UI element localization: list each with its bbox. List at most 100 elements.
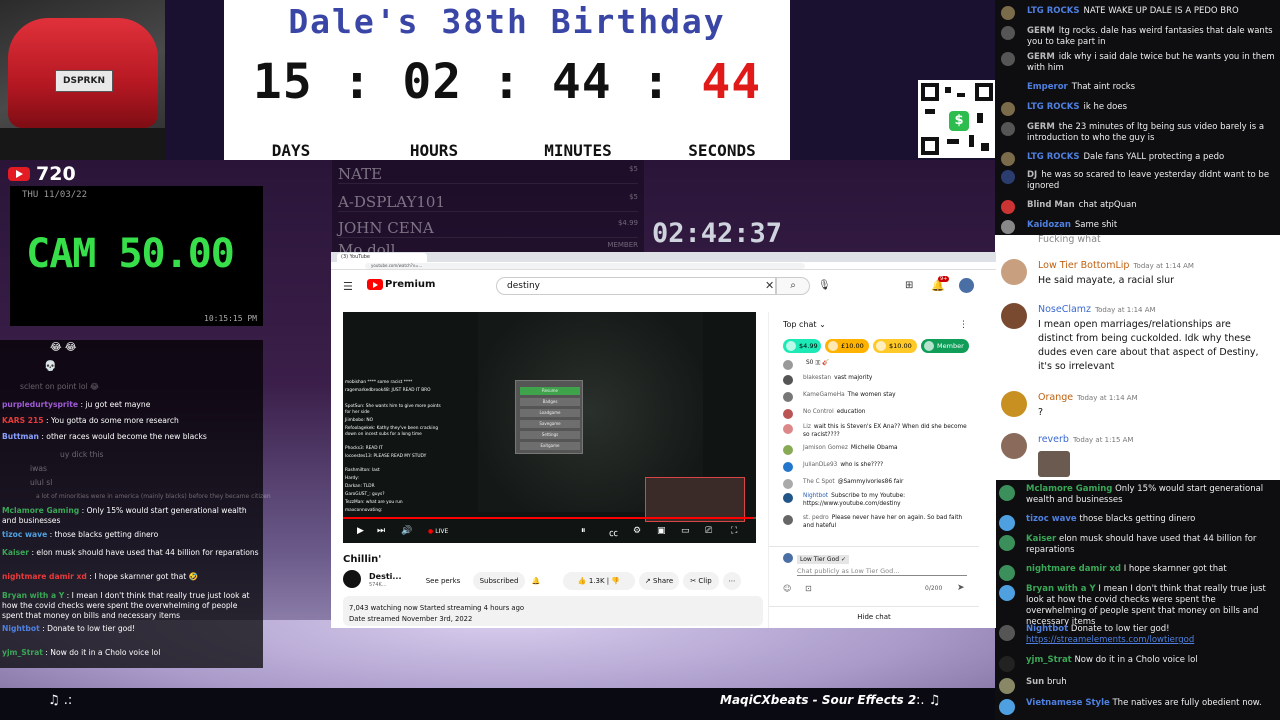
channel-name[interactable]: Desti... — [369, 572, 402, 581]
chat-username[interactable]: Vietnamese Style — [1026, 698, 1110, 708]
avatar[interactable] — [1001, 433, 1027, 459]
chat-username[interactable]: KARS 215 — [2, 416, 44, 425]
chat-username[interactable]: Emperor — [1027, 82, 1068, 92]
chat-username[interactable]: Kaiser — [2, 548, 29, 557]
chat-username[interactable]: Mclamore Gaming — [2, 506, 79, 515]
chat-username[interactable]: Bryan with a Y — [2, 591, 64, 600]
image-attachment[interactable] — [1038, 451, 1070, 477]
avatar[interactable] — [1001, 391, 1027, 417]
chat-username[interactable]: GERM — [1027, 52, 1055, 62]
chat-username[interactable]: purpledurtysprite — [2, 400, 78, 409]
chat-username[interactable]: The C Spot — [803, 479, 835, 485]
message-author[interactable]: reverb Today at 1:15 AM — [1038, 434, 1133, 445]
theater-mode-icon[interactable]: ▭ — [681, 526, 690, 536]
create-video-icon[interactable]: ⊞ — [905, 280, 913, 291]
miniplayer-icon[interactable]: ▣ — [657, 526, 666, 536]
chat-username[interactable]: Buttman — [2, 432, 39, 441]
chat-username[interactable]: blakestan — [803, 375, 831, 381]
chat-username[interactable]: KameGameHa — [803, 392, 845, 398]
resolution-label: 720 — [36, 163, 76, 185]
channel-avatar[interactable] — [343, 570, 361, 588]
cashapp-qr-code[interactable]: $ — [918, 80, 996, 158]
browser-tab[interactable]: (3) YouTube — [337, 253, 427, 262]
autoplay-toggle[interactable]: ⏸ — [581, 526, 586, 536]
cast-icon[interactable]: ⎚ — [705, 526, 712, 536]
next-icon[interactable]: ⏭ — [377, 526, 385, 536]
menu-item: Badges — [520, 398, 580, 406]
avatar[interactable] — [1001, 303, 1027, 329]
more-icon[interactable]: ⋯ — [723, 572, 741, 590]
donate-link[interactable]: https://streamelements.com/lowtiergod — [1026, 635, 1194, 645]
chat-username[interactable]: DJ — [1027, 170, 1037, 180]
superchat-pill[interactable]: $4.99 — [783, 339, 821, 353]
chat-username[interactable]: Liz — [803, 424, 811, 430]
video-progress-bar[interactable] — [343, 517, 756, 519]
avatar[interactable] — [1001, 259, 1027, 285]
chat-input[interactable]: Chat publicly as Low Tier God... — [797, 567, 967, 576]
emoji-icon[interactable]: ☺ — [783, 584, 791, 593]
top-chat-dropdown[interactable]: Top chat ⌄ — [783, 320, 826, 329]
menu-icon[interactable]: ☰ — [343, 280, 353, 293]
superchat-icon[interactable]: ⊡ — [805, 584, 812, 593]
gear-icon[interactable]: ⚙ — [633, 526, 641, 536]
bell-icon[interactable]: 🔔 — [529, 572, 543, 590]
subscribed-button[interactable]: Subscribed — [473, 572, 525, 590]
message-author[interactable]: Orange Today at 1:14 AM — [1038, 392, 1138, 403]
chat-username[interactable]: LTG ROCKS — [1027, 6, 1079, 16]
close-icon[interactable]: ✕ — [765, 279, 774, 292]
chat-username[interactable]: Jamison Gomez — [803, 445, 848, 451]
search-icon[interactable]: ⌕ — [776, 277, 810, 295]
date-streamed: Date streamed November 3rd, 2022 — [349, 615, 473, 623]
live-badge[interactable]: LIVE — [428, 528, 448, 535]
message-author[interactable]: NoseClamz Today at 1:14 AM — [1038, 304, 1156, 315]
chat-username[interactable]: Nightbot — [1026, 624, 1068, 634]
char-count: 0/200 — [925, 585, 943, 592]
chat-username[interactable]: yjm_Strat — [1026, 655, 1072, 665]
chat-username[interactable]: yjm_Strat — [2, 648, 43, 657]
chat-username[interactable]: LTG ROCKS — [1027, 102, 1079, 112]
video-player[interactable]: Resume Badges Loadgame Savegame Settings… — [343, 312, 756, 543]
chat-username[interactable]: Nightbot — [803, 493, 828, 499]
chat-username[interactable]: JulianDLe93 — [803, 462, 837, 468]
chat-username[interactable]: Nightbot — [2, 624, 40, 633]
send-icon[interactable]: ➤ — [957, 583, 965, 593]
clip-button[interactable]: ✂ Clip — [683, 572, 719, 590]
superchat-pill[interactable]: $10.00 — [873, 339, 917, 353]
search-input[interactable]: destiny ✕ — [496, 277, 776, 295]
chat-username[interactable]: Blind Man — [1027, 200, 1075, 210]
chat-username[interactable]: GERM — [1027, 26, 1055, 36]
chat-username[interactable]: nightmare damir xd — [1026, 564, 1121, 574]
hide-chat-button[interactable]: Hide chat — [769, 606, 979, 626]
chat-username[interactable]: nightmare damir xd — [2, 572, 87, 581]
chat-username[interactable]: st. pedro — [803, 515, 829, 521]
chat-username[interactable]: Sun — [1026, 677, 1044, 687]
like-dislike-button[interactable]: 👍 1.3K | 👎 — [563, 572, 635, 590]
microphone-icon[interactable]: 🎙 — [818, 280, 831, 291]
chat-username[interactable]: GERM — [1027, 122, 1055, 132]
chat-username[interactable]: Mclamore Gaming — [1026, 484, 1112, 494]
address-bar[interactable]: youtube.com/watch?v=... — [365, 263, 805, 269]
avatar[interactable] — [959, 278, 974, 293]
youtube-premium-label[interactable]: Premium — [385, 279, 435, 290]
share-button[interactable]: ↗ Share — [639, 572, 679, 590]
chat-text: mobishan **** some racist **** — [345, 380, 413, 385]
youtube-logo-icon[interactable] — [367, 279, 383, 290]
superchat-pill[interactable]: £10.00 — [825, 339, 869, 353]
chat-username[interactable]: Kaiser — [1026, 534, 1056, 544]
chat-username[interactable]: LTG ROCKS — [1027, 152, 1079, 162]
message-author[interactable]: Low Tier BottomLip Today at 1:14 AM — [1038, 260, 1194, 271]
volume-icon[interactable]: 🔊 — [401, 526, 412, 536]
play-icon[interactable]: ▶ — [357, 526, 364, 536]
chat-username[interactable]: Bryan with a Y — [1026, 584, 1096, 594]
chat-username[interactable]: tizoc wave — [1026, 514, 1077, 524]
chat-username[interactable]: tizoc wave — [2, 530, 47, 539]
video-description[interactable]: 7,043 watching now Started streaming 4 h… — [343, 596, 763, 626]
chat-username[interactable]: Kaidozan — [1027, 220, 1071, 230]
captions-icon[interactable]: ㏄ — [609, 526, 618, 539]
member-pill[interactable]: Member — [921, 339, 969, 353]
chat-text: Rashmilton: last — [345, 468, 380, 473]
kebab-menu-icon[interactable]: ⋮ — [959, 320, 968, 330]
see-perks-button[interactable]: See perks — [417, 572, 469, 590]
chat-username[interactable]: No Control — [803, 409, 834, 415]
fullscreen-icon[interactable]: ⛶ — [731, 526, 737, 536]
